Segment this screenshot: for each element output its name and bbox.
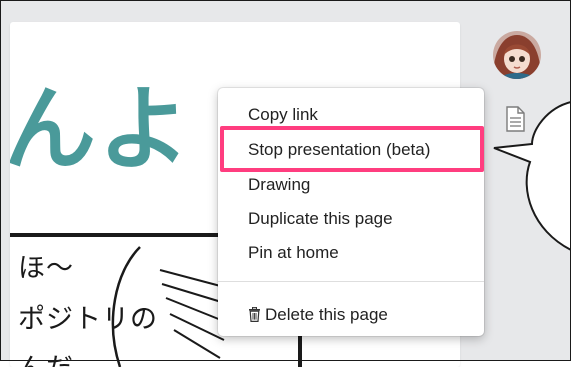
user-avatar[interactable] bbox=[493, 31, 541, 79]
menu-item-copy-link[interactable]: Copy link bbox=[218, 100, 484, 130]
app-window: んよ ほ〜 ポジトリの んだ bbox=[0, 0, 571, 367]
trash-icon bbox=[249, 307, 260, 322]
menu-item-stop-presentation[interactable]: Stop presentation (beta) bbox=[218, 135, 484, 165]
delete-page-label: Delete this page bbox=[265, 305, 388, 324]
menu-item-drawing[interactable]: Drawing bbox=[218, 170, 484, 200]
manga-text-line: んだ bbox=[18, 346, 74, 367]
manga-text-line: ほ〜 bbox=[18, 253, 74, 284]
manga-text-line: ポジトリの bbox=[18, 304, 158, 335]
menu-item-duplicate-page[interactable]: Duplicate this page bbox=[218, 204, 484, 234]
page-context-menu: Copy link Stop presentation (beta) Drawi… bbox=[218, 88, 484, 336]
callout-bubble bbox=[493, 101, 571, 251]
menu-item-delete-page[interactable]: Delete this page bbox=[218, 300, 484, 330]
menu-item-pin-at-home[interactable]: Pin at home bbox=[218, 238, 484, 268]
menu-divider bbox=[218, 281, 484, 282]
